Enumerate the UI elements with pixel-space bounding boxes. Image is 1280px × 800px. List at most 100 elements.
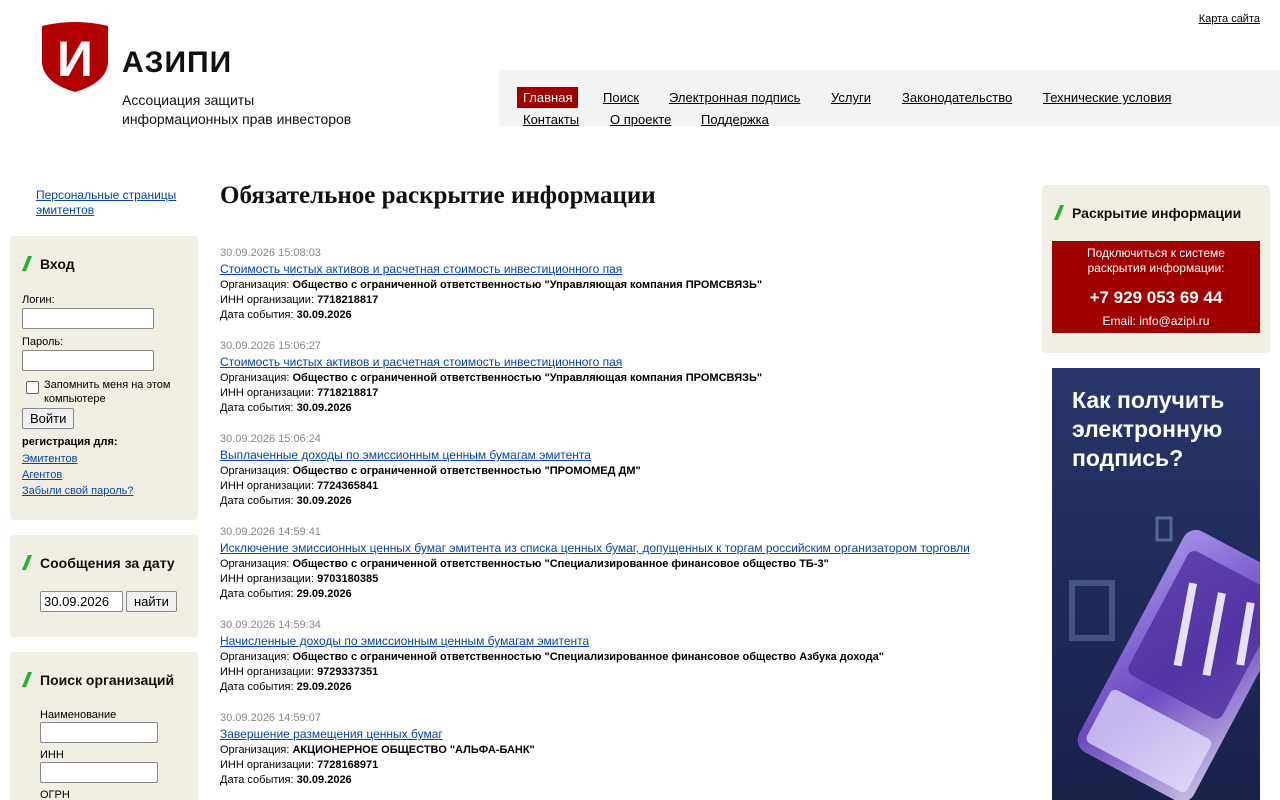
org-label: Организация: xyxy=(220,558,290,570)
green-slash-icon xyxy=(22,672,32,687)
green-slash-icon xyxy=(22,555,32,570)
usb-token-icon xyxy=(1069,516,1260,800)
green-slash-icon xyxy=(22,256,32,271)
login-label: Логин: xyxy=(22,294,55,306)
news-item: 30.09.2026 15:06:27 Стоимость чистых акт… xyxy=(220,339,1020,416)
date-label: Дата события: xyxy=(220,402,294,414)
org-label: Организация: xyxy=(220,744,290,756)
news-date: 30.09.2026 xyxy=(296,402,352,414)
org-label: Организация: xyxy=(220,651,290,663)
logo-subtitle-line1: Ассоциация защиты xyxy=(122,92,255,108)
date-label: Дата события: xyxy=(220,588,294,600)
date-label: Дата события: xyxy=(220,495,294,507)
logo-name: АЗИПИ xyxy=(122,46,233,79)
login-panel: Вход Логин: Пароль: Запомнить меня на эт… xyxy=(10,236,198,520)
nav-item-support[interactable]: Поддержка xyxy=(701,112,769,127)
connect-text: Подключиться к системе раскрытия информа… xyxy=(1052,246,1260,276)
disclosure-connect-box[interactable]: Подключиться к системе раскрытия информа… xyxy=(1052,241,1260,333)
inn-label: ИНН организации: xyxy=(220,573,314,585)
nav-item-legislation[interactable]: Законодательство xyxy=(902,90,1012,105)
org-name-label: Наименование xyxy=(40,709,117,721)
news-item: 30.09.2026 14:59:41 Исключение эмиссионн… xyxy=(220,525,1020,602)
nav-item-home[interactable]: Главная xyxy=(517,87,579,108)
logo-shield-icon: И xyxy=(42,22,108,92)
register-issuers-link[interactable]: Эмитентов xyxy=(22,453,77,465)
e-signature-banner[interactable]: Как получить электронную подпись? xyxy=(1052,368,1260,800)
logo-subtitle: Ассоциация защиты информационных прав ин… xyxy=(122,91,351,129)
messages-title: Сообщения за дату xyxy=(40,555,175,571)
news-inn: 9729337351 xyxy=(317,666,379,678)
login-button[interactable]: Войти xyxy=(22,408,75,429)
news-item: 30.09.2026 14:59:34 Начисленные доходы п… xyxy=(220,618,1020,695)
news-date: 30.09.2026 xyxy=(296,774,352,786)
news-timestamp: 30.09.2026 14:59:41 xyxy=(220,526,321,538)
news-date: 30.09.2026 xyxy=(296,495,352,507)
news-inn: 7718218817 xyxy=(317,387,379,399)
nav-item-tech-conditions[interactable]: Технические условия xyxy=(1043,90,1171,105)
news-timestamp: 30.09.2026 15:08:03 xyxy=(220,247,321,259)
messages-by-date-panel: Сообщения за дату найти xyxy=(10,535,198,637)
nav-item-contacts[interactable]: Контакты xyxy=(523,112,579,127)
nav-item-services[interactable]: Услуги xyxy=(831,90,871,105)
register-agents-link[interactable]: Агентов xyxy=(22,469,62,481)
sitemap-link[interactable]: Карта сайта xyxy=(1199,13,1260,25)
personal-pages-link[interactable]: Персональные страницы эмитентов xyxy=(36,188,196,218)
date-label: Дата события: xyxy=(220,309,294,321)
top-navigation: Главная Поиск Электронная подпись Услуги… xyxy=(499,70,1280,127)
remember-me-label: Запомнить меня на этом компьютере xyxy=(44,379,171,405)
green-slash-icon xyxy=(1054,205,1064,220)
org-name-input[interactable] xyxy=(40,722,158,743)
password-input[interactable] xyxy=(22,350,154,371)
login-title: Вход xyxy=(40,256,75,272)
forgot-password-link[interactable]: Забыли свой пароль? xyxy=(22,485,133,497)
news-inn: 7724365841 xyxy=(317,480,379,492)
news-title-link[interactable]: Начисленные доходы по эмиссионным ценным… xyxy=(220,633,589,649)
remember-me-checkbox[interactable] xyxy=(26,381,39,394)
inn-label: ИНН организации: xyxy=(220,294,314,306)
news-timestamp: 30.09.2026 14:59:07 xyxy=(220,712,321,724)
logo-letter: И xyxy=(57,31,93,87)
news-org: Общество с ограниченной ответственностью… xyxy=(292,372,763,384)
nav-item-e-signature[interactable]: Электронная подпись xyxy=(669,90,800,105)
news-title-link[interactable]: Стоимость чистых активов и расчетная сто… xyxy=(220,354,622,370)
nav-item-about[interactable]: О проекте xyxy=(610,112,671,127)
org-inn-label: ИНН xyxy=(40,749,64,761)
news-date: 29.09.2026 xyxy=(296,681,352,693)
news-org: Общество с ограниченной ответственностью… xyxy=(292,558,829,570)
news-org: Общество с ограниченной ответственностью… xyxy=(292,465,641,477)
news-item: 30.09.2026 14:59:07 Завершение размещени… xyxy=(220,711,1020,788)
connect-text-line2: раскрытия информации: xyxy=(1087,261,1225,275)
org-ogrn-label: ОГРН xyxy=(40,789,70,800)
find-button[interactable]: найти xyxy=(126,591,177,612)
org-inn-input[interactable] xyxy=(40,762,158,783)
password-label: Пароль: xyxy=(22,336,64,348)
date-label: Дата события: xyxy=(220,774,294,786)
news-timestamp: 30.09.2026 15:06:24 xyxy=(220,433,321,445)
disclosure-panel: Раскрытие информации Подключиться к сист… xyxy=(1042,185,1270,353)
contact-email: Email: info@azipi.ru xyxy=(1102,314,1210,328)
news-title-link[interactable]: Выплаченные доходы по эмиссионным ценным… xyxy=(220,447,591,463)
org-label: Организация: xyxy=(220,279,290,291)
organization-search-panel: Поиск организаций Наименование ИНН ОГРН xyxy=(10,652,198,800)
logo-subtitle-line2: информационных прав инвесторов xyxy=(122,111,352,127)
news-inn: 7718218817 xyxy=(317,294,379,306)
news-date: 29.09.2026 xyxy=(296,588,352,600)
news-title-link[interactable]: Исключение эмиссионных ценных бумаг эмит… xyxy=(220,540,970,556)
news-title-link[interactable]: Завершение размещения ценных бумаг xyxy=(220,726,443,742)
page-title: Обязательное раскрытие информации xyxy=(220,182,656,209)
inn-label: ИНН организации: xyxy=(220,387,314,399)
login-input[interactable] xyxy=(22,308,154,329)
news-org: Общество с ограниченной ответственностью… xyxy=(292,651,884,663)
news-title-link[interactable]: Стоимость чистых активов и расчетная сто… xyxy=(220,261,622,277)
org-label: Организация: xyxy=(220,372,290,384)
nav-item-search[interactable]: Поиск xyxy=(603,90,639,105)
connect-text-line1: Подключиться к системе xyxy=(1087,246,1225,260)
register-label: регистрация для: xyxy=(22,436,118,448)
inn-label: ИНН организации: xyxy=(220,759,314,771)
date-input[interactable] xyxy=(40,591,123,612)
news-timestamp: 30.09.2026 15:06:27 xyxy=(220,340,321,352)
inn-label: ИНН организации: xyxy=(220,666,314,678)
news-item: 30.09.2026 15:08:03 Стоимость чистых акт… xyxy=(220,246,1020,323)
org-search-title: Поиск организаций xyxy=(40,672,175,688)
news-timestamp: 30.09.2026 14:59:34 xyxy=(220,619,321,631)
